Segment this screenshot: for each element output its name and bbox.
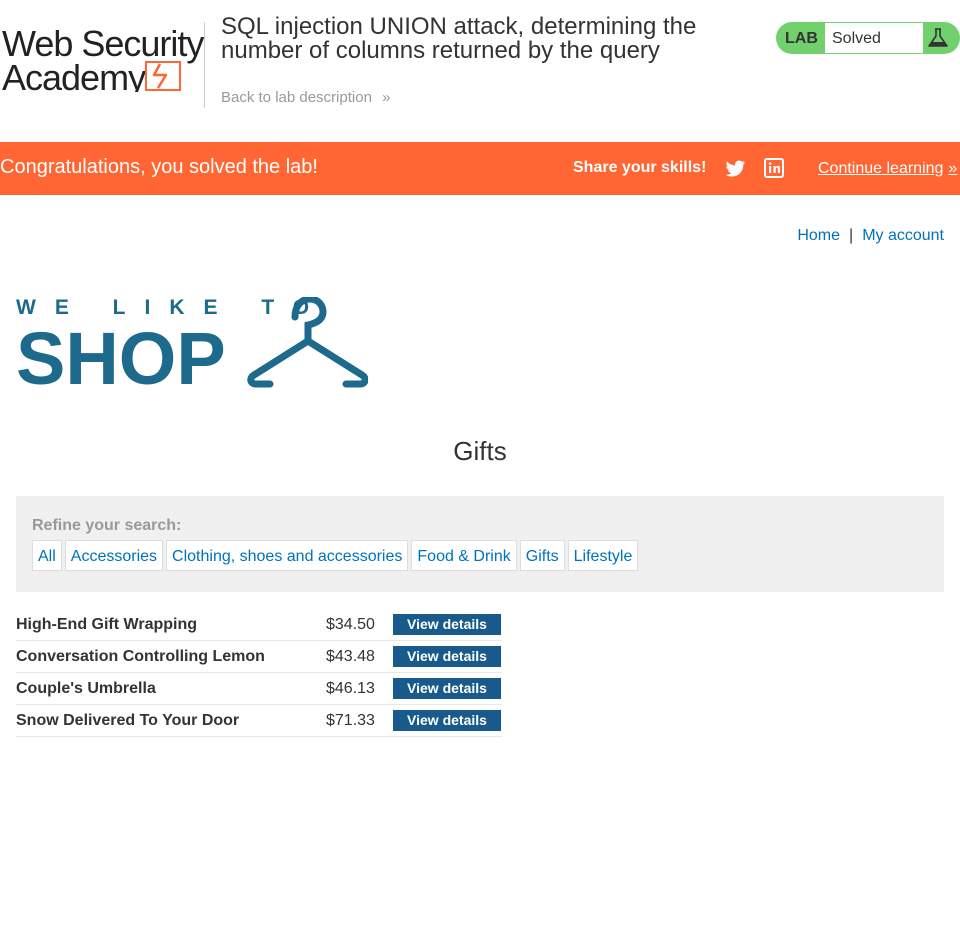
- continue-learning-link[interactable]: Continue learning»: [818, 160, 957, 178]
- view-details-button[interactable]: View details: [393, 710, 501, 731]
- continue-learning-label: Continue learning: [818, 160, 944, 177]
- product-name: Couple's Umbrella: [16, 672, 326, 705]
- lab-status-widget: LAB Solved: [776, 22, 960, 54]
- flask-icon: [928, 28, 948, 47]
- nav-separator: |: [849, 227, 854, 244]
- filter-all[interactable]: All: [32, 540, 62, 571]
- home-link[interactable]: Home: [797, 227, 840, 244]
- logo-divider: [204, 22, 205, 108]
- table-row: Conversation Controlling Lemon $43.48 Vi…: [16, 640, 502, 673]
- lab-label: LAB: [785, 30, 818, 47]
- view-details-button[interactable]: View details: [393, 614, 501, 635]
- product-price: $34.50: [326, 609, 393, 641]
- svg-text:SHOP: SHOP: [16, 317, 226, 389]
- academy-header: Web Security Academy SQL injection UNION…: [0, 0, 960, 142]
- twitter-icon[interactable]: [725, 160, 746, 178]
- table-row: Couple's Umbrella $46.13 View details: [16, 672, 502, 705]
- view-details-button[interactable]: View details: [393, 646, 501, 667]
- product-name: Conversation Controlling Lemon: [16, 640, 326, 673]
- we-like-to-shop-logo: WE LIKE TO SHOP: [16, 297, 368, 389]
- my-account-link[interactable]: My account: [862, 227, 944, 244]
- double-chevron-right-icon: »: [948, 160, 958, 177]
- product-price: $43.48: [326, 640, 393, 673]
- product-name: High-End Gift Wrapping: [16, 609, 326, 641]
- product-name: Snow Delivered To Your Door: [16, 704, 326, 737]
- page-title: Gifts: [453, 436, 507, 466]
- web-security-academy-logo[interactable]: Web Security Academy: [0, 20, 204, 92]
- lab-title: SQL injection UNION attack, determining …: [221, 13, 697, 64]
- refine-search-label: Refine your search:: [32, 517, 182, 534]
- product-price: $46.13: [326, 672, 393, 705]
- product-table: High-End Gift Wrapping $34.50 View detai…: [16, 609, 502, 737]
- filter-gifts[interactable]: Gifts: [519, 540, 565, 571]
- double-chevron-right-icon: »: [382, 89, 391, 106]
- top-nav: Home | My account: [797, 227, 944, 245]
- svg-text:Academy: Academy: [2, 57, 146, 92]
- table-row: High-End Gift Wrapping $34.50 View detai…: [16, 609, 502, 641]
- lab-status-text: Solved: [825, 23, 923, 53]
- share-skills-label: Share your skills!: [573, 159, 707, 176]
- back-link-label: Back to lab description: [221, 89, 372, 106]
- linkedin-icon[interactable]: [764, 158, 784, 178]
- filter-food-drink[interactable]: Food & Drink: [411, 540, 517, 571]
- table-row: Snow Delivered To Your Door $71.33 View …: [16, 704, 502, 737]
- filter-clothing-shoes-accessories[interactable]: Clothing, shoes and accessories: [166, 540, 409, 571]
- view-details-button[interactable]: View details: [393, 678, 501, 699]
- back-to-lab-description-link[interactable]: Back to lab description »: [221, 89, 390, 106]
- svg-text:WE LIKE TO: WE LIKE TO: [16, 297, 328, 319]
- product-price: $71.33: [326, 704, 393, 737]
- category-filters: All Accessories Clothing, shoes and acce…: [32, 540, 639, 571]
- lab-solved-banner: Congratulations, you solved the lab! Sha…: [0, 142, 960, 195]
- filter-accessories[interactable]: Accessories: [64, 540, 164, 571]
- filter-lifestyle[interactable]: Lifestyle: [567, 540, 639, 571]
- filter-panel: Refine your search: All Accessories Clot…: [16, 496, 944, 592]
- congratulations-message: Congratulations, you solved the lab!: [0, 156, 318, 178]
